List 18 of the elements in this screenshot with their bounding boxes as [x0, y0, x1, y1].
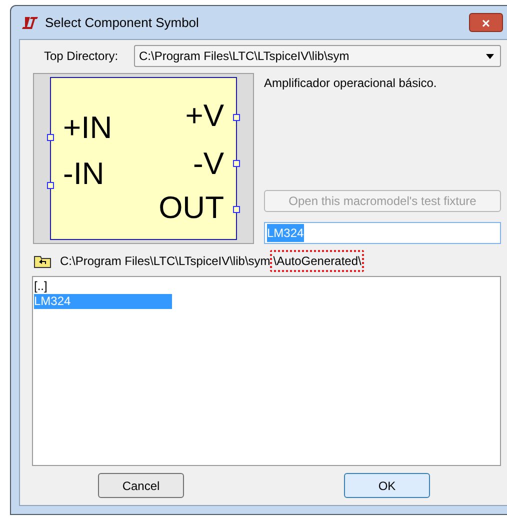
pin-label: +V [185, 100, 224, 131]
file-list-item[interactable]: [..] [34, 279, 172, 294]
dropdown-caret-icon [486, 54, 494, 58]
app-logo-icon [21, 16, 39, 30]
pin-label: OUT [158, 192, 224, 223]
pin-label: -V [193, 148, 224, 179]
top-directory-dropdown[interactable]: C:\Program Files\LTC\LTspiceIV\lib\sym [134, 45, 501, 67]
cancel-button[interactable]: Cancel [98, 473, 184, 498]
highlighted-path: \AutoGenerated\ [270, 250, 364, 272]
top-directory-label: Top Directory: [44, 48, 120, 65]
description-text: Amplificador operacional básico. [264, 75, 438, 92]
pin-label: -IN [63, 158, 104, 189]
parent-folder-icon [34, 254, 51, 268]
current-path: C:\Program Files\LTC\LTspiceIV\lib\sym [60, 253, 270, 270]
window-title: Select Component Symbol [45, 14, 199, 32]
pin-label: +IN [63, 112, 112, 143]
close-button[interactable]: × [469, 13, 503, 32]
ok-button[interactable]: OK [344, 473, 430, 498]
